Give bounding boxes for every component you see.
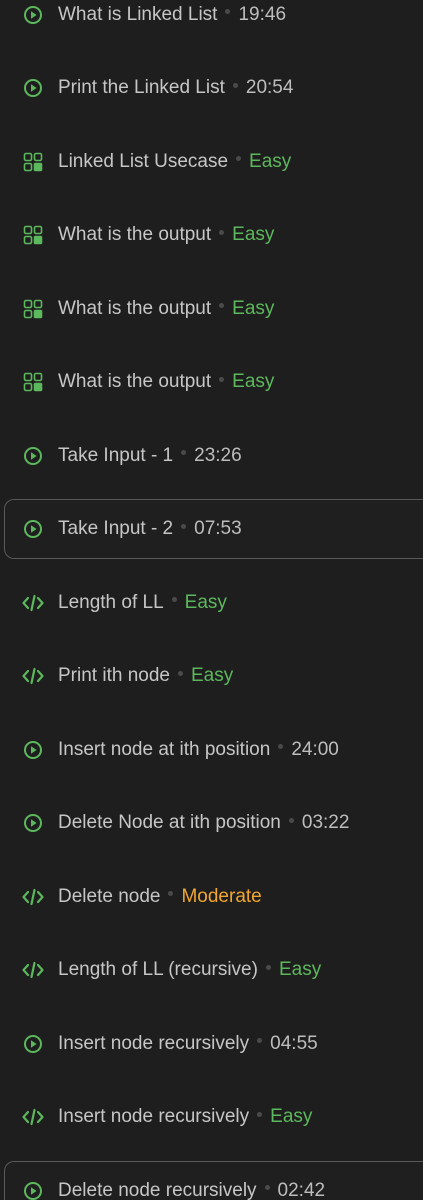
quiz-grid-icon (22, 224, 44, 246)
lesson-duration: 02:42 (277, 1179, 326, 1200)
difficulty-label: Moderate (181, 885, 262, 907)
difficulty-label: Easy (278, 959, 322, 981)
separator-dot (181, 450, 187, 456)
lesson-duration: 19:46 (238, 3, 287, 25)
lesson-title: Print the Linked List (58, 77, 225, 99)
difficulty-label: Easy (190, 665, 234, 687)
lesson-title: What is the output (58, 297, 212, 319)
separator-dot (232, 82, 238, 88)
separator-dot (219, 376, 225, 382)
lesson-item[interactable]: Delete node recursively 02:42 (4, 1160, 423, 1200)
play-circle-icon (22, 739, 44, 761)
separator-dot (225, 9, 231, 15)
play-circle-icon (22, 445, 44, 467)
lesson-item[interactable]: Length of LL Easy (0, 566, 423, 640)
play-circle-icon (22, 4, 44, 26)
separator-dot (278, 744, 284, 750)
lesson-item[interactable]: What is the output Easy (0, 272, 423, 346)
lesson-title: Print ith node (58, 665, 170, 687)
lesson-item[interactable]: Take Input - 2 07:53 (4, 499, 423, 560)
lesson-item[interactable]: Print the Linked List 20:54 (0, 52, 423, 126)
code-icon (22, 886, 44, 908)
separator-dot (181, 523, 187, 529)
code-icon (22, 959, 44, 981)
lesson-item[interactable]: Print ith node Easy (0, 640, 423, 714)
separator-dot (257, 1038, 263, 1044)
play-circle-icon (22, 518, 44, 540)
separator-dot (219, 303, 225, 309)
difficulty-label: Easy (232, 224, 275, 246)
lesson-duration: 07:53 (194, 518, 242, 540)
lesson-title: Delete Node at ith position (58, 812, 281, 834)
lesson-title: Linked List Usecase (58, 150, 229, 172)
lesson-item[interactable]: What is the output Easy (0, 346, 423, 420)
difficulty-label: Easy (270, 1106, 313, 1128)
lesson-title: Insert node recursively (58, 1106, 250, 1128)
quiz-grid-icon (22, 298, 44, 320)
code-icon (22, 592, 44, 614)
lesson-title: What is Linked List (58, 3, 218, 25)
lesson-duration: 23:26 (194, 444, 242, 466)
lesson-duration: 04:55 (270, 1032, 318, 1054)
lesson-title: Take Input - 1 (58, 444, 174, 466)
lesson-duration: 03:22 (301, 812, 350, 834)
separator-dot (177, 670, 183, 676)
lesson-item[interactable]: Delete Node at ith position 03:22 (0, 787, 423, 861)
lesson-item[interactable]: Insert node recursively 04:55 (0, 1007, 423, 1081)
lesson-item[interactable]: Linked List Usecase Easy (0, 125, 423, 199)
lesson-title: Delete node (58, 885, 161, 907)
lesson-title: What is the output (58, 224, 212, 246)
quiz-grid-icon (22, 151, 44, 173)
separator-dot (168, 891, 174, 897)
lesson-title: Length of LL (58, 591, 164, 613)
lesson-item[interactable]: Length of LL (recursive) Easy (0, 934, 423, 1008)
code-icon (22, 665, 44, 687)
separator-dot (288, 817, 294, 823)
lesson-duration: 20:54 (245, 77, 294, 99)
separator-dot (171, 597, 177, 603)
lesson-list: What is Linked List 19:46 Print the Linked… (0, 0, 423, 1200)
lesson-title: Length of LL (recursive) (58, 959, 258, 981)
play-circle-icon (22, 77, 44, 99)
lesson-item[interactable]: What is Linked List 19:46 (0, 0, 423, 52)
difficulty-label: Easy (184, 591, 227, 613)
lesson-title: Take Input - 2 (58, 518, 174, 540)
difficulty-label: Easy (232, 371, 275, 393)
code-icon (22, 1106, 44, 1128)
lesson-duration: 24:00 (291, 738, 339, 760)
lesson-title: What is the output (58, 371, 212, 393)
lesson-title: Insert node at ith position (58, 738, 271, 760)
separator-dot (257, 1111, 263, 1117)
difficulty-label: Easy (232, 297, 275, 319)
lesson-title: Delete node recursively (58, 1179, 257, 1200)
separator-dot (264, 1185, 270, 1191)
lesson-item[interactable]: Insert node recursively Easy (0, 1081, 423, 1155)
lesson-item[interactable]: What is the output Easy (0, 199, 423, 273)
difficulty-label: Easy (249, 150, 292, 172)
play-circle-icon (22, 1033, 44, 1055)
separator-dot (265, 964, 271, 970)
lesson-item[interactable]: Take Input - 1 23:26 (0, 419, 423, 493)
lesson-title: Insert node recursively (58, 1032, 250, 1054)
separator-dot (236, 156, 242, 162)
lesson-item[interactable]: Delete node Moderate (0, 860, 423, 934)
play-circle-icon (22, 812, 44, 834)
quiz-grid-icon (22, 371, 44, 393)
play-circle-icon (22, 1180, 44, 1200)
separator-dot (219, 229, 225, 235)
lesson-item[interactable]: Insert node at ith position 24:00 (0, 713, 423, 787)
